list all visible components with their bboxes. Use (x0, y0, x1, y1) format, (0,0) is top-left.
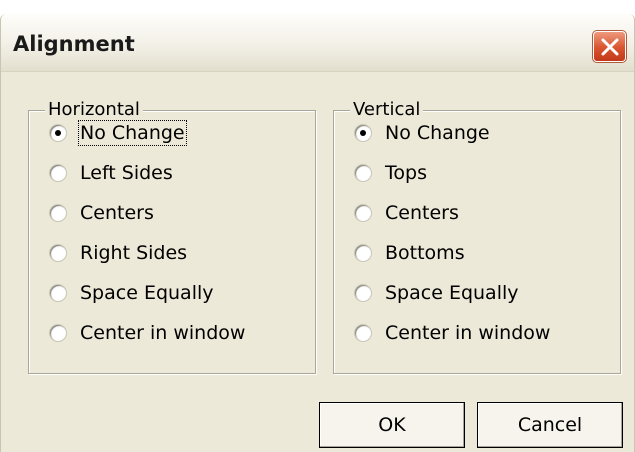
radio-label: Centers (385, 202, 459, 224)
close-icon (601, 38, 619, 56)
radio-circle[interactable] (49, 244, 67, 262)
vertical-no-change-radio[interactable]: No Change (354, 118, 490, 148)
radio-circle[interactable] (354, 164, 372, 182)
radio-label: Right Sides (80, 242, 188, 264)
close-button[interactable] (592, 30, 627, 63)
radio-label: Center in window (80, 322, 246, 344)
radio-circle[interactable] (49, 124, 67, 142)
radio-label: Space Equally (80, 282, 214, 304)
radio-label: Center in window (385, 322, 551, 344)
radio-circle[interactable] (49, 164, 67, 182)
radio-circle[interactable] (354, 124, 372, 142)
dialog-title: Alignment (13, 32, 135, 56)
radio-label: Centers (80, 202, 154, 224)
radio-circle[interactable] (354, 204, 372, 222)
horizontal-no-change-radio[interactable]: No Change (49, 118, 187, 148)
title-bar: Alignment (1, 14, 634, 72)
radio-label: Space Equally (385, 282, 519, 304)
vertical-group: Vertical No Change Tops Centers Bottoms … (333, 98, 621, 374)
vertical-centers-radio[interactable]: Centers (354, 198, 459, 228)
ok-button[interactable]: OK (319, 402, 465, 448)
radio-label: Bottoms (385, 242, 465, 264)
horizontal-center-in-window-radio[interactable]: Center in window (49, 318, 245, 348)
horizontal-left-sides-radio[interactable]: Left Sides (49, 158, 173, 188)
radio-circle[interactable] (49, 324, 67, 342)
cancel-button[interactable]: Cancel (477, 402, 623, 448)
horizontal-space-equally-radio[interactable]: Space Equally (49, 278, 214, 308)
vertical-tops-radio[interactable]: Tops (354, 158, 427, 188)
radio-circle[interactable] (49, 284, 67, 302)
alignment-dialog: Alignment Horizontal No Change Left Side… (0, 14, 635, 452)
radio-circle[interactable] (354, 244, 372, 262)
radio-label: No Change (78, 120, 187, 146)
radio-circle[interactable] (354, 324, 372, 342)
radio-label: Tops (385, 162, 427, 184)
vertical-center-in-window-radio[interactable]: Center in window (354, 318, 550, 348)
radio-circle[interactable] (354, 284, 372, 302)
horizontal-right-sides-radio[interactable]: Right Sides (49, 238, 187, 268)
vertical-space-equally-radio[interactable]: Space Equally (354, 278, 519, 308)
horizontal-group: Horizontal No Change Left Sides Centers … (28, 98, 316, 374)
radio-label: Left Sides (80, 162, 173, 184)
radio-circle[interactable] (49, 204, 67, 222)
vertical-bottoms-radio[interactable]: Bottoms (354, 238, 465, 268)
radio-label: No Change (385, 122, 490, 144)
horizontal-centers-radio[interactable]: Centers (49, 198, 154, 228)
